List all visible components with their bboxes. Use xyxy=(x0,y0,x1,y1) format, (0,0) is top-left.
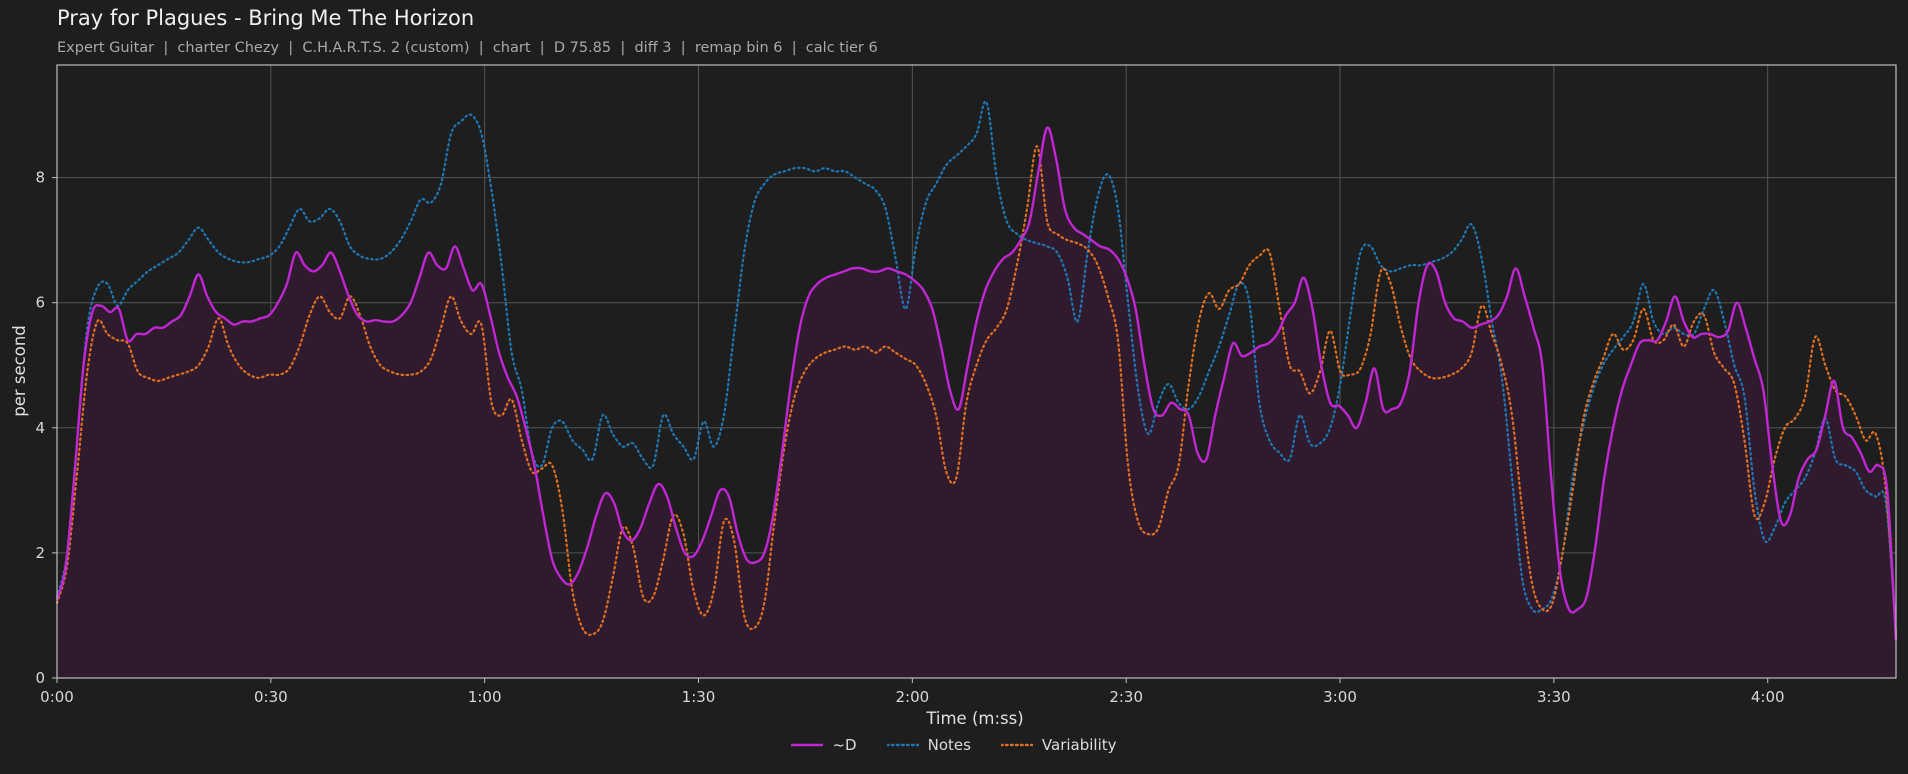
y-tick-label: 4 xyxy=(35,419,45,437)
legend-swatch-variability xyxy=(1000,743,1033,747)
x-tick-label: 4:00 xyxy=(1751,688,1785,706)
d-area xyxy=(57,127,1896,679)
x-tick-label: 2:30 xyxy=(1109,688,1143,706)
x-tick-label: 1:30 xyxy=(682,688,716,706)
legend-item-notes: Notes xyxy=(886,736,971,754)
x-tick-label: 0:30 xyxy=(254,688,288,706)
legend-item-variability: Variability xyxy=(1000,736,1117,754)
legend-label-d: ~D xyxy=(832,736,857,754)
line-chart: 0:00 0:30 1:00 1:30 2:00 2:30 3:00 3:30 4:00 0 2 4 6… xyxy=(10,64,1898,728)
legend-swatch-notes xyxy=(886,743,919,747)
y-tick-label: 8 xyxy=(35,169,45,187)
legend-label-variability: Variability xyxy=(1041,736,1117,754)
d-area-fill xyxy=(57,127,1896,679)
legend: ~D Notes Variability xyxy=(0,736,1908,754)
legend-item-d: ~D xyxy=(791,736,857,754)
x-tick-label: 1:00 xyxy=(468,688,502,706)
legend-swatch-d xyxy=(791,743,824,747)
y-axis-label: per second xyxy=(10,325,29,417)
x-tick-label: 0:00 xyxy=(40,688,74,706)
y-tick-label: 0 xyxy=(35,669,45,687)
y-tick-label: 6 xyxy=(35,294,45,312)
x-tick-label: 3:30 xyxy=(1537,688,1571,706)
x-tick-label: 3:00 xyxy=(1323,688,1357,706)
x-axis-label: Time (m:ss) xyxy=(925,709,1023,728)
y-tick-label: 2 xyxy=(35,544,45,562)
legend-label-notes: Notes xyxy=(927,736,971,754)
x-tick-label: 2:00 xyxy=(896,688,930,706)
